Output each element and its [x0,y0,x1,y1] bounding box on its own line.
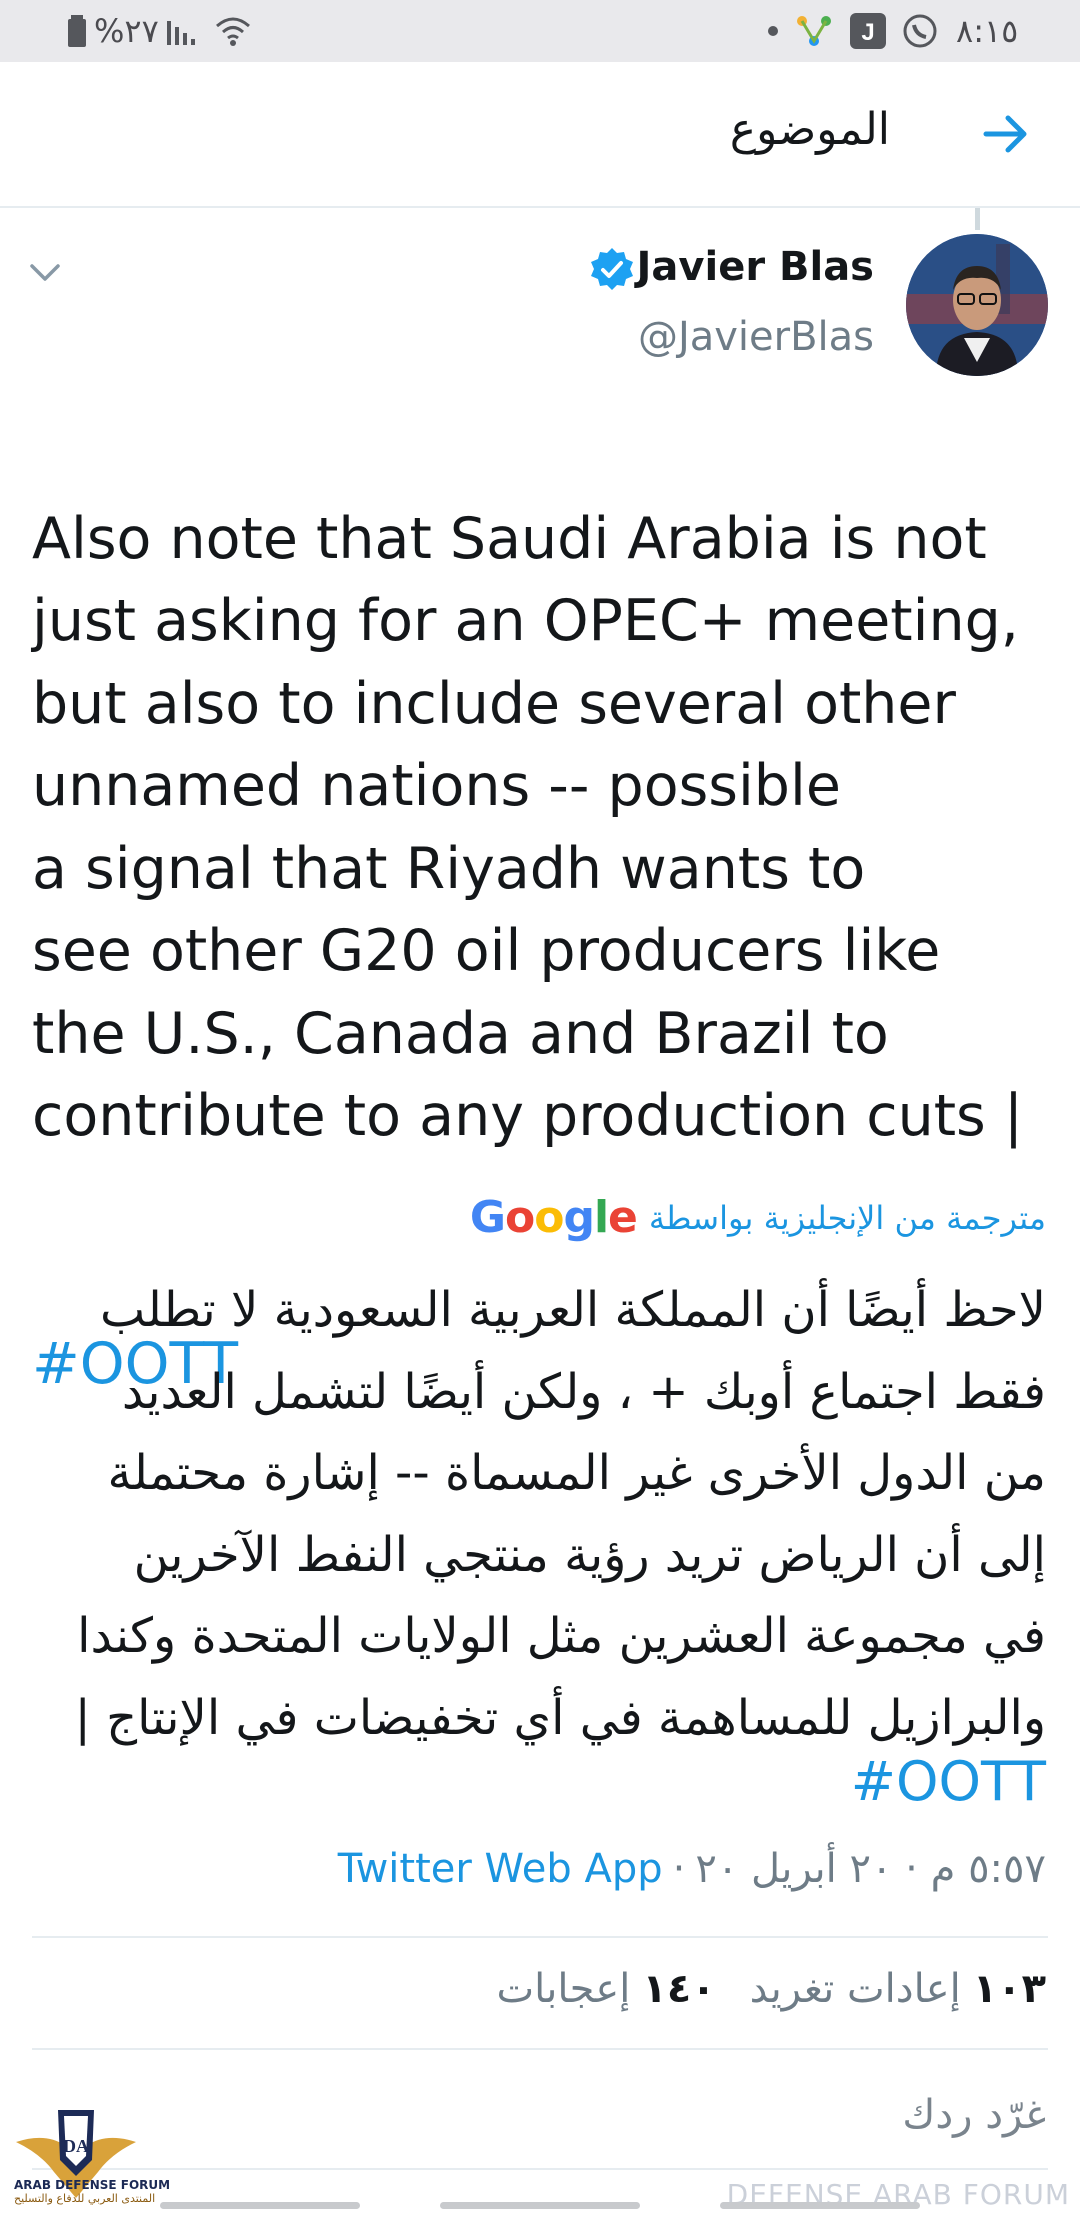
meta-separator: · [672,1846,686,1892]
author-handle[interactable]: @JavierBlas [638,314,874,360]
back-arrow-icon[interactable] [980,108,1032,160]
likes-count: ١٤٠ [642,1966,716,2012]
reply-bar[interactable]: غرّد ردك [0,2048,1080,2168]
retweets-count: ١٠٣ [972,1966,1046,2012]
nav-back-handle[interactable] [160,2202,360,2209]
author-avatar[interactable] [906,234,1048,376]
likes-stat[interactable]: ١٤٠ إعجابات [496,1966,715,2012]
divider [32,2168,1048,2170]
tweet-body: Also note that Saudi Arabia is not just … [32,505,1024,1150]
tweet-stats: ١٠٣ إعادات تغريد ١٤٠ إعجابات [462,1966,1046,2012]
status-time: ٨:١٥ [956,12,1019,50]
whatsapp-icon [902,13,938,49]
translation-text: لاحظ أيضًا أن المملكة العربية السعودية ل… [74,1282,1046,1746]
navigation-bar [0,2188,1080,2220]
source-link[interactable]: Twitter Web App [338,1846,663,1892]
j-app-icon: J [850,13,886,49]
status-bar-right: J ٨:١٥ [760,6,1018,56]
status-bar: %٢٧ J ٨:١٥ [0,0,1080,62]
status-bar-left: %٢٧ [60,6,261,56]
battery-icon [68,15,86,47]
retweets-label: إعادات تغريد [749,1966,961,2012]
page-title: الموضوع [729,104,890,155]
author-name[interactable]: Javier Blas [637,244,874,290]
translated-by: مترجمة من الإنجليزية بواسطة Google [470,1192,1046,1243]
wifi-icon [213,16,253,46]
nav-home-handle[interactable] [440,2202,640,2209]
signal-icon [166,17,197,45]
translated-label: مترجمة من الإنجليزية بواسطة [648,1198,1046,1237]
chevron-down-icon[interactable] [28,262,62,284]
verified-badge-icon [588,246,636,294]
nav-recents-handle[interactable] [720,2202,920,2209]
translation-hashtag-link[interactable]: #OOTT [851,1750,1046,1813]
thread-header: الموضوع [0,62,1080,208]
svg-text:J: J [861,19,874,46]
google-logo: Google [469,1192,638,1243]
svg-text:DA: DA [63,2136,89,2156]
likes-label: إعجابات [496,1966,631,2012]
notification-dot-icon [768,26,778,36]
divider [32,1936,1048,1938]
retweets-stat[interactable]: ١٠٣ إعادات تغريد [750,1966,1046,2012]
tweet-timestamp[interactable]: ٥:٥٧ م · ٢٠ أبريل ٢٠ [695,1846,1046,1892]
tweet-text: Also note that Saudi Arabia is not just … [32,415,1052,1405]
thread-connector-line [975,208,980,230]
battery-percentage: %٢٧ [94,12,159,50]
app-notification-icon [794,13,834,49]
tweet-meta: ٥:٥٧ م · ٢٠ أبريل ٢٠ · Twitter Web App [338,1846,1046,1892]
reply-input[interactable]: غرّد ردك [902,2092,1046,2138]
